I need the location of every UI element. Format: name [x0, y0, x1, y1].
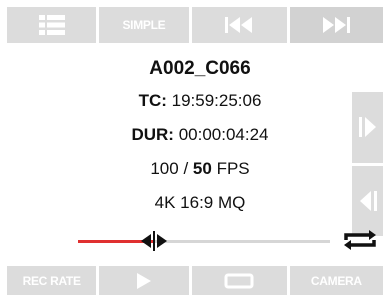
skip-to-start-icon	[225, 17, 253, 33]
step-forward-icon	[358, 117, 376, 138]
top-button-bar: SIMPLE	[7, 7, 383, 43]
skip-to-end-icon	[323, 17, 351, 33]
rec-rate-button[interactable]: REC RATE	[7, 266, 97, 295]
fps-separator: /	[183, 159, 189, 178]
camera-button[interactable]: CAMERA	[289, 266, 383, 295]
timecode-row: TC: 19:59:25:06	[60, 84, 340, 118]
clip-name: A002_C066	[149, 58, 251, 79]
loop-button[interactable]	[191, 266, 287, 295]
simple-label: SIMPLE	[122, 18, 166, 32]
bottom-button-bar: REC RATE CAMERA	[7, 266, 383, 295]
recording-fps: 100	[150, 159, 179, 178]
duration-label: DUR:	[131, 125, 174, 144]
rec-rate-label: REC RATE	[22, 273, 81, 288]
format-row: 4K 16:9 MQ	[154, 193, 246, 212]
timecode-value: 19:59:25:06	[171, 91, 262, 110]
simple-button[interactable]: SIMPLE	[99, 7, 189, 43]
fps-unit: FPS	[216, 159, 250, 178]
project-fps: 50	[192, 159, 212, 178]
clip-info: A002_C066 TC: 19:59:25:06 DUR: 00:00:04:…	[60, 54, 340, 220]
clip-playback-screen: SIMPLE A002_C066 TC: 19:59:25:06 DUR: 00	[0, 0, 388, 295]
step-forward-button[interactable]	[352, 92, 383, 163]
play-button[interactable]	[99, 266, 189, 295]
loop-icon[interactable]	[343, 229, 377, 251]
playhead-handle[interactable]	[125, 231, 185, 251]
skip-to-start-button[interactable]	[191, 7, 287, 43]
camera-label: CAMERA	[310, 273, 362, 288]
play-icon	[136, 272, 151, 289]
playback-scrubber[interactable]	[78, 231, 330, 251]
frame-rate-row: 100 / 50 FPS	[60, 152, 340, 186]
duration-value: 00:00:04:24	[178, 125, 269, 144]
duration-row: DUR: 00:00:04:24	[60, 118, 340, 152]
side-button-column	[352, 92, 383, 236]
skip-to-end-button[interactable]	[289, 7, 383, 43]
loop-icon	[224, 273, 254, 288]
menu-button[interactable]	[7, 7, 97, 43]
timecode-label: TC:	[138, 91, 167, 110]
step-back-button[interactable]	[352, 165, 383, 236]
list-menu-icon	[38, 15, 65, 35]
step-back-icon	[359, 190, 377, 211]
